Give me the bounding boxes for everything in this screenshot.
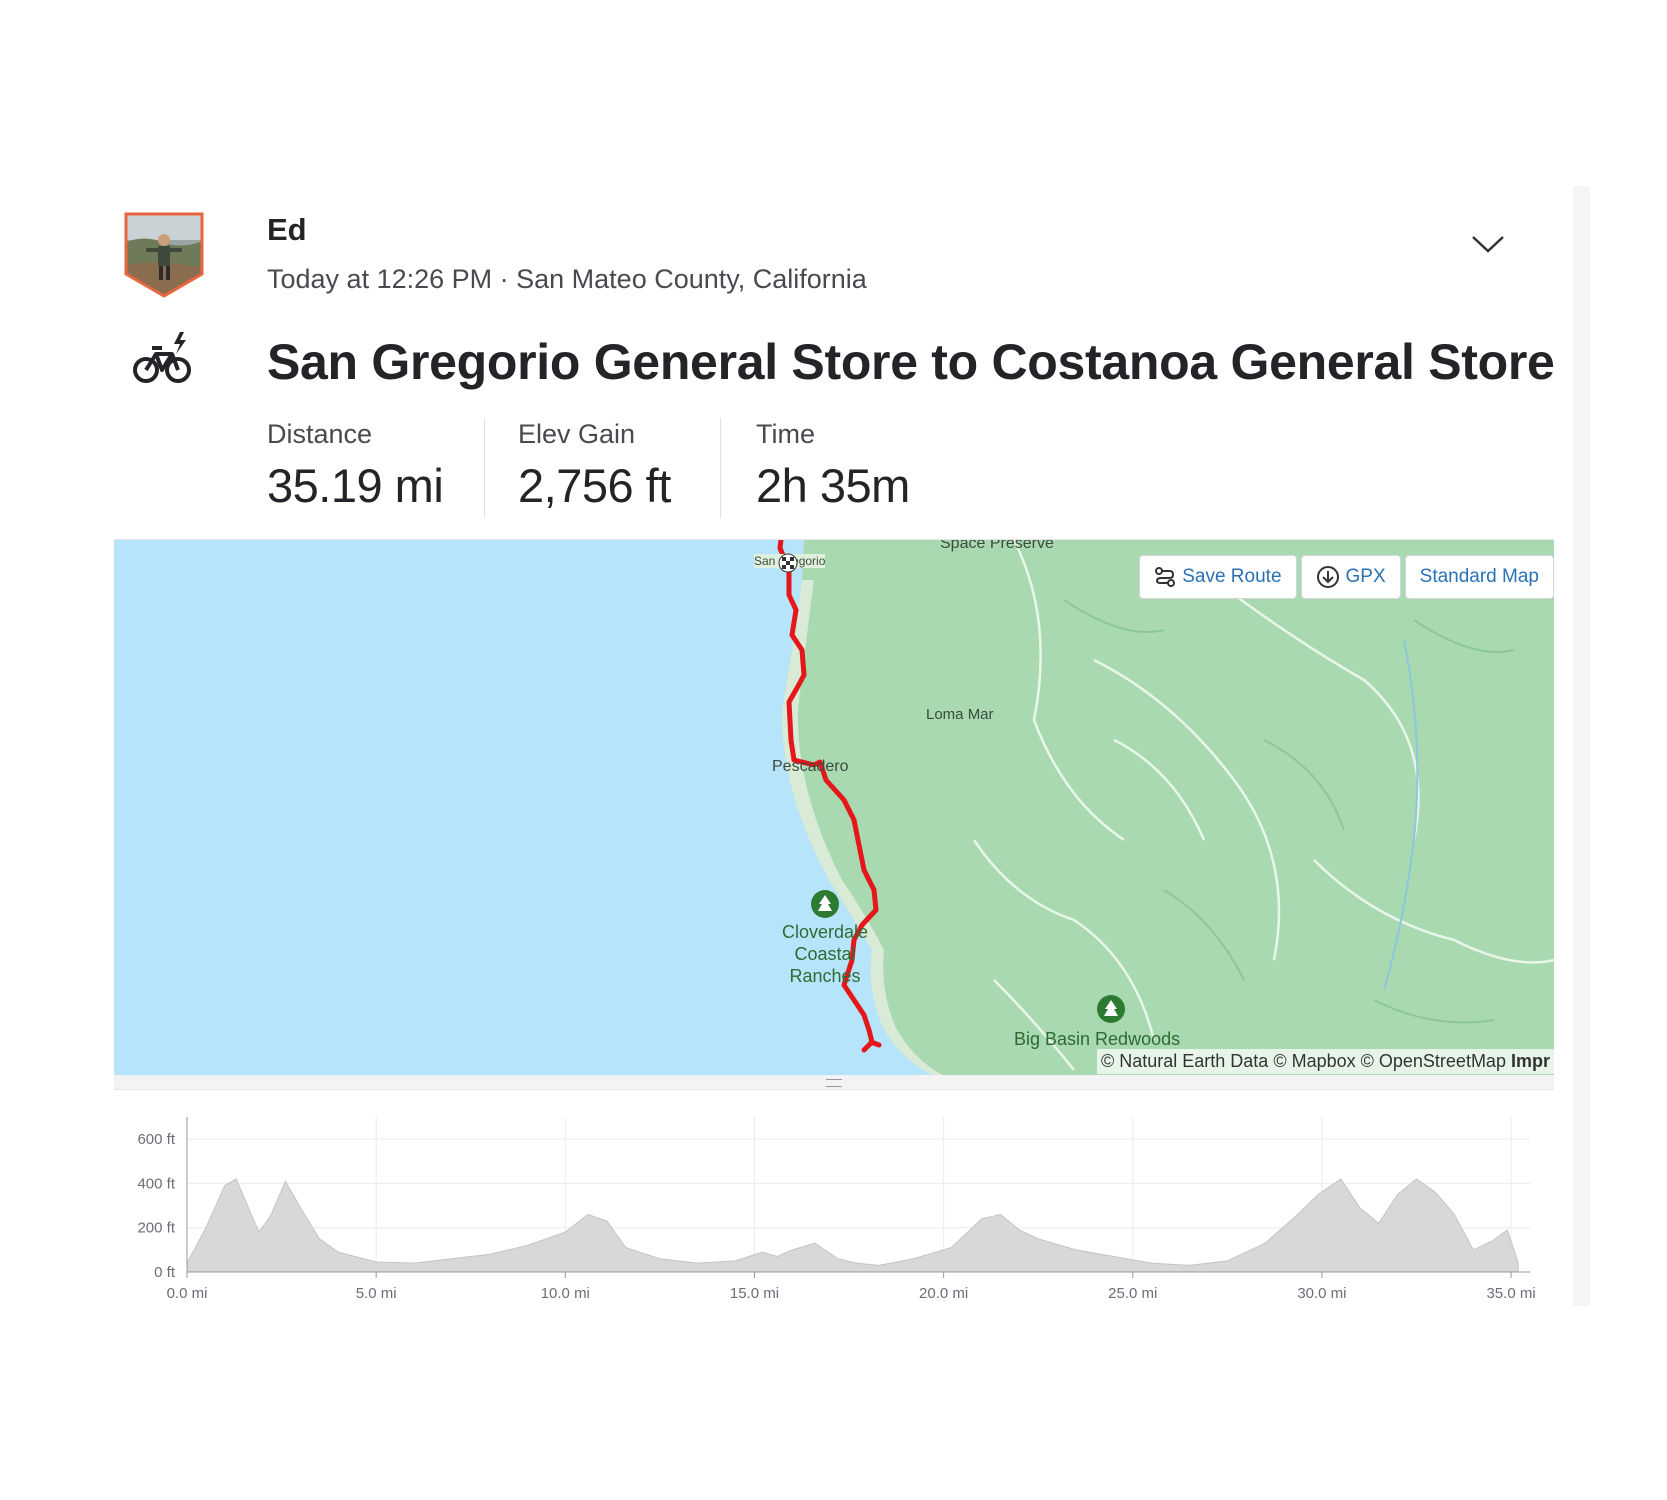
activity-title[interactable]: San Gregorio General Store to Costanoa G… <box>267 333 1555 391</box>
finish-flag-icon <box>778 553 798 573</box>
y-tick-label: 400 ft <box>137 1175 175 1192</box>
y-tick-label: 600 ft <box>137 1131 175 1148</box>
park-icon <box>811 890 839 918</box>
chevron-down-icon[interactable] <box>1470 232 1506 256</box>
attribution-text[interactable]: © Natural Earth Data © Mapbox © OpenStre… <box>1101 1051 1506 1071</box>
map-terrain <box>777 540 1554 1076</box>
gpx-button[interactable]: GPX <box>1300 555 1401 599</box>
route-map[interactable]: Space Preserve San Gregorio Loma Mar Pes… <box>114 539 1554 1076</box>
stat-distance-value: 35.19 mi <box>267 459 444 512</box>
map-resize-handle[interactable] <box>114 1075 1554 1090</box>
page-scrollbar[interactable] <box>1573 186 1590 1306</box>
stat-elev-gain-value: 2,756 ft <box>518 459 671 512</box>
elevation-area <box>186 1178 1519 1273</box>
y-tick-label: 0 ft <box>154 1264 176 1281</box>
stat-divider <box>484 418 485 518</box>
map-label-big-basin: Big Basin Redwoods <box>1014 1029 1181 1049</box>
stat-divider <box>720 418 721 518</box>
x-tick-label: 35.0 mi <box>1486 1285 1535 1302</box>
x-tick-label: 20.0 mi <box>919 1285 968 1302</box>
stat-time: Time 2h 35m <box>756 419 910 513</box>
map-label-cloverdale: Cloverdale Coastal Ranches <box>781 922 869 986</box>
x-tick-label: 10.0 mi <box>541 1285 590 1302</box>
map-attribution: © Natural Earth Data © Mapbox © OpenStre… <box>1096 1049 1554 1074</box>
athlete-avatar[interactable] <box>122 210 206 300</box>
x-tick-label: 15.0 mi <box>730 1285 779 1302</box>
attribution-improve-link[interactable]: Impr <box>1511 1051 1550 1071</box>
stat-distance: Distance 35.19 mi <box>267 419 444 513</box>
x-tick-label: 5.0 mi <box>356 1285 397 1302</box>
stat-time-label: Time <box>756 419 815 449</box>
download-icon <box>1316 566 1339 588</box>
park-icon <box>1097 995 1125 1023</box>
map-label-space-preserve: Space Preserve <box>940 539 1054 552</box>
save-route-button[interactable]: Save Route <box>1139 555 1297 599</box>
x-tick-label: 25.0 mi <box>1108 1285 1157 1302</box>
save-route-label: Save Route <box>1182 566 1282 587</box>
map-controls: Save Route GPX Standard Map <box>1139 555 1554 599</box>
elevation-profile-chart[interactable]: 0 ft 200 ft 400 ft 600 ft 0.0 mi 5.0 mi 10.0 m… <box>112 1105 1572 1315</box>
stat-time-value: 2h 35m <box>756 459 910 512</box>
standard-map-button[interactable]: Standard Map <box>1404 555 1554 599</box>
map-label-loma-mar: Loma Mar <box>926 706 994 723</box>
stat-distance-label: Distance <box>267 419 373 449</box>
map-label-pescadero: Pescadero <box>772 758 849 775</box>
x-tick-label: 30.0 mi <box>1297 1285 1346 1302</box>
y-tick-label: 200 ft <box>137 1220 175 1237</box>
standard-map-label: Standard Map <box>1419 566 1539 587</box>
route-icon <box>1155 567 1176 587</box>
athlete-name[interactable]: Ed <box>267 212 307 248</box>
ebike-icon <box>133 332 191 383</box>
x-tick-label: 0.0 mi <box>167 1285 208 1302</box>
activity-meta: Today at 12:26 PM · San Mateo County, Ca… <box>267 264 867 294</box>
stat-elev-gain-label: Elev Gain <box>518 419 636 449</box>
gpx-label: GPX <box>1345 566 1386 587</box>
stat-elev-gain: Elev Gain 2,756 ft <box>518 419 671 513</box>
